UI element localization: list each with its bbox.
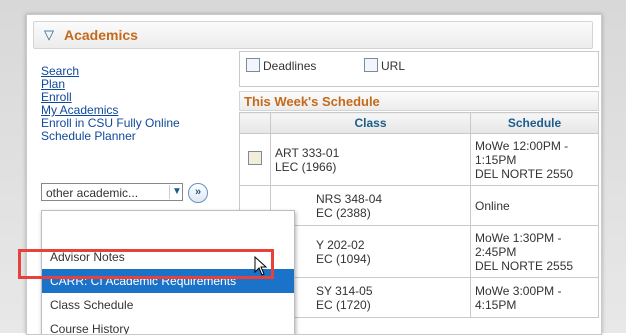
dropdown-option-course-history[interactable]: Course History — [42, 317, 294, 334]
class-code: SY 314-05 — [316, 283, 373, 298]
other-academic-select[interactable]: other academic... — [41, 183, 183, 201]
class-section: EC (2388) — [316, 205, 371, 220]
table-row: ART 333-01 LEC (1966) MoWe 12:00PM - 1:1… — [239, 133, 599, 186]
schedule-line: DEL NORTE 2550 — [475, 166, 574, 181]
class-cell: NRS 348-04 EC (2388) — [270, 185, 471, 226]
schedule-line: MoWe 1:30PM - — [475, 230, 562, 245]
schedule-line: 2:45PM — [475, 244, 517, 259]
deadlines-label: Deadlines — [263, 59, 317, 73]
url-label: URL — [381, 59, 406, 73]
class-section: EC (1094) — [316, 251, 371, 266]
academics-panel: ▽ Academics Search Plan Enroll My Academ… — [26, 14, 602, 335]
schedule-line: 1:15PM — [475, 152, 517, 167]
class-column-header: Class — [270, 112, 471, 134]
link-search[interactable]: Search — [41, 65, 241, 78]
annotation-highlight-box — [18, 249, 274, 279]
icon-column-header — [239, 112, 271, 134]
mouse-cursor-icon — [254, 256, 268, 276]
schedule-title: This Week's Schedule — [239, 91, 599, 111]
schedule-line: DEL NORTE 2555 — [475, 258, 574, 273]
schedule-column-header: Schedule — [470, 112, 599, 134]
schedule-line: MoWe 12:00PM - — [475, 138, 569, 153]
class-code: ART 333-01 — [275, 145, 340, 160]
links-toolbar: Deadlines URL — [239, 51, 599, 87]
chevron-down-icon[interactable]: ▼ — [169, 185, 184, 199]
class-section: LEC (1966) — [275, 159, 337, 174]
class-cell: SY 314-05 EC (1720) — [270, 277, 471, 318]
schedule-line: 4:15PM — [475, 297, 517, 312]
class-section: EC (1720) — [316, 297, 371, 312]
collapse-triangle-icon[interactable]: ▽ — [44, 27, 54, 43]
schedule-header-row: Class Schedule — [239, 112, 599, 134]
link-schedule-planner[interactable]: Schedule Planner — [41, 130, 241, 143]
section-header[interactable]: ▽ Academics — [33, 21, 593, 49]
class-cell: ART 333-01 LEC (1966) — [270, 133, 471, 186]
academic-links: Search Plan Enroll My Academics Enroll i… — [41, 65, 241, 143]
calendar-icon[interactable] — [248, 151, 262, 165]
class-code: Y 202-02 — [316, 237, 365, 252]
dropdown-option-class-schedule[interactable]: Class Schedule — [42, 293, 294, 317]
class-cell: Y 202-02 EC (1094) — [270, 225, 471, 278]
calendar-icon — [246, 58, 260, 72]
deadlines-link[interactable]: Deadlines — [246, 58, 316, 73]
url-link[interactable]: URL — [364, 58, 405, 73]
schedule-cell: MoWe 3:00PM - 4:15PM — [470, 277, 599, 318]
url-icon — [364, 58, 378, 72]
schedule-cell: Online — [470, 185, 599, 226]
schedule-line: MoWe 3:00PM - — [475, 283, 562, 298]
schedule-line: Online — [475, 198, 510, 213]
schedule-cell: MoWe 12:00PM - 1:15PM DEL NORTE 2550 — [470, 133, 599, 186]
class-code: NRS 348-04 — [316, 191, 383, 206]
schedule-cell: MoWe 1:30PM - 2:45PM DEL NORTE 2555 — [470, 225, 599, 278]
section-title: Academics — [64, 27, 138, 43]
row-icon-cell — [239, 133, 271, 186]
go-button[interactable]: » — [188, 183, 208, 203]
